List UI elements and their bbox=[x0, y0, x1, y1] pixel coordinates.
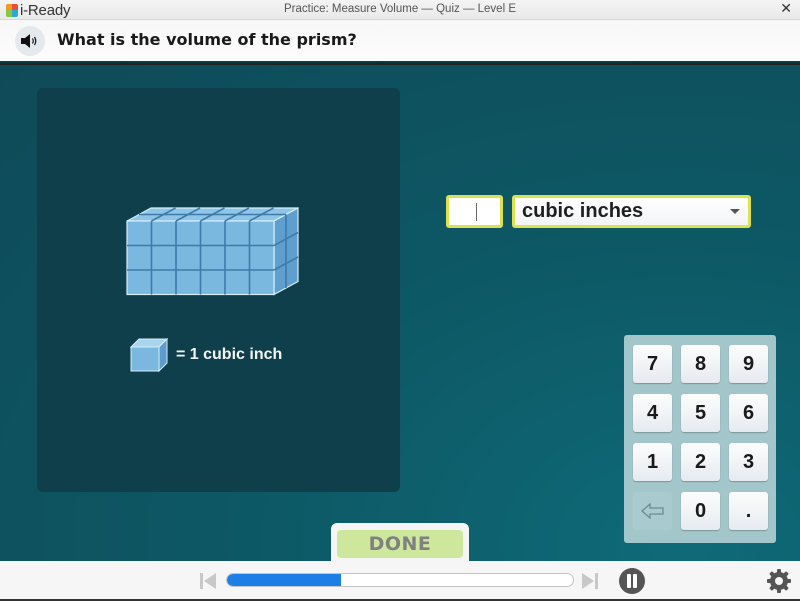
key-0[interactable]: 0 bbox=[681, 492, 720, 530]
unit-dropdown[interactable]: cubic inches bbox=[512, 195, 751, 228]
lesson-progress-bar[interactable] bbox=[226, 573, 574, 587]
key-label: 2 bbox=[694, 450, 707, 473]
key-label: 5 bbox=[694, 401, 707, 424]
pause-icon-bar-right bbox=[633, 574, 637, 588]
key-label: 9 bbox=[742, 352, 755, 375]
problem-stage: = 1 cubic inch cubic inches 7894561230. … bbox=[0, 65, 800, 568]
done-button[interactable]: DONE bbox=[337, 530, 463, 558]
answer-row: cubic inches bbox=[446, 195, 751, 228]
key-label: 3 bbox=[742, 450, 755, 473]
read-aloud-button[interactable] bbox=[15, 26, 45, 56]
key-label: 1 bbox=[646, 450, 659, 473]
chevron-down-icon bbox=[730, 209, 740, 214]
skip-back-icon[interactable] bbox=[200, 573, 216, 589]
decimal-key[interactable]: . bbox=[729, 492, 768, 530]
pause-button[interactable] bbox=[619, 568, 645, 594]
key-3[interactable]: 3 bbox=[729, 443, 768, 481]
key-9[interactable]: 9 bbox=[729, 345, 768, 383]
unit-cube-legend: = 1 cubic inch bbox=[130, 338, 282, 372]
unit-selected-value: cubic inches bbox=[522, 200, 644, 222]
backspace-arrow-icon bbox=[640, 503, 664, 519]
progress-fill bbox=[227, 574, 342, 586]
key-6[interactable]: 6 bbox=[729, 394, 768, 432]
key-label: . bbox=[745, 499, 752, 522]
skip-forward-icon[interactable] bbox=[582, 573, 598, 589]
question-bar: What is the volume of the prism? bbox=[0, 20, 800, 63]
legend-label: = 1 cubic inch bbox=[176, 346, 283, 363]
key-5[interactable]: 5 bbox=[681, 394, 720, 432]
backspace-key[interactable] bbox=[633, 492, 672, 530]
key-label: 4 bbox=[646, 401, 659, 424]
key-2[interactable]: 2 bbox=[681, 443, 720, 481]
key-label: 0 bbox=[694, 499, 707, 522]
unit-cube-icon bbox=[130, 338, 168, 372]
key-label: 8 bbox=[694, 352, 707, 375]
gear-icon[interactable] bbox=[766, 568, 792, 594]
window-title: Practice: Measure Volume — Quiz — Level … bbox=[283, 3, 516, 15]
text-caret bbox=[476, 203, 477, 221]
pause-icon-bar-left bbox=[627, 574, 631, 588]
key-8[interactable]: 8 bbox=[681, 345, 720, 383]
title-bar: i-Ready Practice: Measure Volume — Quiz … bbox=[0, 0, 800, 20]
key-1[interactable]: 1 bbox=[633, 443, 672, 481]
rectangular-prism bbox=[126, 206, 299, 296]
close-button[interactable]: ✕ bbox=[780, 1, 792, 17]
number-keypad: 7 8 9 4 5 6 1 2 3 0. bbox=[624, 335, 776, 543]
question-prompt: What is the volume of the prism? bbox=[57, 30, 357, 49]
key-7[interactable]: 7 bbox=[633, 345, 672, 383]
speaker-icon bbox=[21, 34, 37, 48]
playback-bar bbox=[0, 561, 800, 601]
key-label: 7 bbox=[646, 352, 659, 375]
figure-panel: = 1 cubic inch bbox=[37, 88, 400, 492]
key-label: 6 bbox=[742, 401, 755, 424]
volume-answer-input[interactable] bbox=[446, 195, 503, 228]
key-4[interactable]: 4 bbox=[633, 394, 672, 432]
